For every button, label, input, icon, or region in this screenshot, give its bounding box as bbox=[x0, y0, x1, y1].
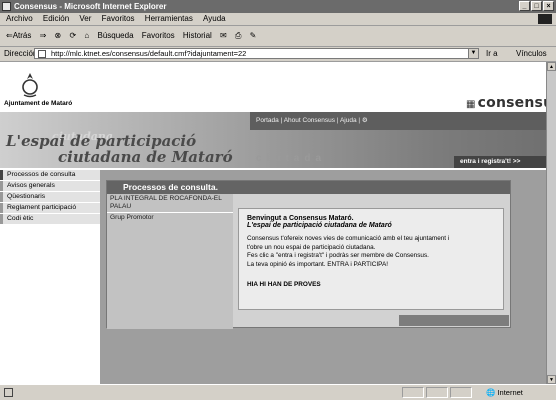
welcome-paragraph: Fes clic a "entra i registra't" i podràs… bbox=[247, 252, 429, 260]
close-button[interactable]: × bbox=[543, 1, 554, 11]
nav-item-ethics[interactable]: Codi ètic bbox=[0, 214, 100, 224]
panel-footer-bar bbox=[399, 315, 509, 326]
windows-flag-icon bbox=[538, 14, 552, 24]
ie-app-icon bbox=[2, 2, 11, 11]
page-icon bbox=[38, 50, 46, 58]
title-bar: Consensus - Microsoft Internet Explorer … bbox=[0, 0, 556, 13]
banner-tag: ciutada bbox=[256, 153, 327, 164]
status-page-icon bbox=[4, 388, 13, 397]
print-icon[interactable]: ⎙ bbox=[235, 26, 241, 46]
address-dropdown[interactable]: ▼ bbox=[468, 48, 479, 59]
menu-favorites[interactable]: Favoritos bbox=[102, 14, 135, 23]
process-list: PLA INTEGRAL DE ROCAFONDA-EL PALAU Grup … bbox=[107, 194, 233, 329]
test-link[interactable]: HIA HI HAN DE PROVES bbox=[247, 281, 495, 288]
address-input[interactable]: http://mlc.ktnet.es/consensus/default.cm… bbox=[34, 48, 470, 59]
scroll-up-icon[interactable]: ▲ bbox=[547, 62, 556, 71]
welcome-paragraph: La teva opinió és important. ENTRA i PAR… bbox=[247, 260, 389, 268]
status-pane bbox=[426, 387, 448, 398]
status-bar: 🌐 Internet bbox=[0, 384, 556, 400]
register-button[interactable]: entra i registra't! >> bbox=[454, 156, 546, 168]
welcome-subtitle: L'espai de participació ciutadana de Mat… bbox=[247, 222, 392, 229]
nav-item-regulations[interactable]: Reglament participació bbox=[0, 203, 100, 213]
panel-title: Processos de consulta. bbox=[123, 182, 218, 192]
welcome-title: Benvingut a Consensus Mataró. bbox=[247, 215, 354, 222]
banner-line2: ciutadana de Mataró bbox=[58, 148, 233, 166]
window-title: Consensus - Microsoft Internet Explorer bbox=[14, 2, 167, 11]
back-button[interactable]: ⇐Atrás bbox=[6, 26, 31, 46]
refresh-icon[interactable]: ⟳ bbox=[69, 26, 76, 46]
consensus-mark-icon: ▦ bbox=[466, 99, 476, 110]
banner: Portada | Ahout Consensus | Ajuda | ⚙ ci… bbox=[0, 112, 546, 168]
panel-header: Processos de consulta. bbox=[107, 181, 510, 194]
links-button[interactable]: Vínculos bbox=[516, 47, 547, 61]
favorites-button[interactable]: Favoritos bbox=[142, 26, 175, 46]
side-nav: Processos de consulta Avisos generals Qü… bbox=[0, 170, 100, 225]
emblem-label: Ajuntament de Mataró bbox=[4, 100, 73, 107]
menu-file[interactable]: Archivo bbox=[6, 14, 33, 23]
processes-panel: Processos de consulta. PLA INTEGRAL DE R… bbox=[106, 180, 511, 329]
go-button[interactable]: Ir a bbox=[486, 47, 498, 61]
menu-edit[interactable]: Edición bbox=[43, 14, 69, 23]
top-links[interactable]: Portada | Ahout Consensus | Ajuda | ⚙ bbox=[256, 116, 368, 124]
menu-view[interactable]: Ver bbox=[79, 14, 91, 23]
status-pane bbox=[402, 387, 424, 398]
menu-help[interactable]: Ayuda bbox=[203, 14, 226, 23]
edit-icon[interactable]: ✎ bbox=[250, 26, 257, 46]
browser-window: Consensus - Microsoft Internet Explorer … bbox=[0, 0, 556, 400]
brand-text: consensus bbox=[477, 95, 546, 111]
vertical-scrollbar[interactable]: ▲ ▼ bbox=[546, 62, 556, 384]
address-label: Dirección bbox=[4, 49, 38, 58]
menu-bar: Archivo Edición Ver Favoritos Herramient… bbox=[0, 13, 556, 26]
history-button[interactable]: Historial bbox=[183, 26, 212, 46]
scroll-down-icon[interactable]: ▼ bbox=[547, 375, 556, 384]
page-content: Ajuntament de Mataró ▦consensus Portada … bbox=[0, 62, 546, 384]
process-item[interactable]: Grup Promotor bbox=[107, 213, 233, 223]
forward-button[interactable]: ⇒ bbox=[40, 26, 47, 46]
welcome-paragraph: t'obre un nou espai de participació ciut… bbox=[247, 243, 376, 251]
zone-label: Internet bbox=[497, 388, 523, 397]
mail-icon[interactable]: ✉ bbox=[220, 26, 227, 46]
welcome-box: Benvingut a Consensus Mataró. L'espai de… bbox=[238, 208, 504, 310]
welcome-paragraph: Consensus t'ofereix noves vies de comuni… bbox=[247, 235, 450, 242]
stop-icon[interactable]: ⊗ bbox=[55, 26, 62, 46]
nav-item-processes[interactable]: Processos de consulta bbox=[0, 170, 100, 180]
status-zone: 🌐 Internet bbox=[486, 388, 523, 397]
consensus-logo[interactable]: ▦consensus bbox=[466, 95, 546, 111]
search-button[interactable]: Búsqueda bbox=[98, 26, 134, 46]
home-icon[interactable]: ⌂ bbox=[84, 26, 89, 46]
address-bar: Dirección http://mlc.ktnet.es/consensus/… bbox=[0, 47, 556, 62]
address-url: http://mlc.ktnet.es/consensus/default.cm… bbox=[51, 49, 247, 58]
page-header: Ajuntament de Mataró ▦consensus bbox=[0, 62, 546, 112]
nav-item-questionnaires[interactable]: Qüestionaris bbox=[0, 192, 100, 202]
city-emblem-icon bbox=[22, 73, 38, 98]
minimize-button[interactable]: _ bbox=[519, 1, 530, 11]
status-pane bbox=[450, 387, 472, 398]
process-item[interactable]: PLA INTEGRAL DE ROCAFONDA-EL PALAU bbox=[107, 194, 233, 213]
menu-tools[interactable]: Herramientas bbox=[145, 14, 193, 23]
toolbar: ⇐Atrás ⇒ ⊗ ⟳ ⌂ Búsqueda Favoritos Histor… bbox=[0, 26, 556, 47]
nav-item-notices[interactable]: Avisos generals bbox=[0, 181, 100, 191]
maximize-button[interactable]: □ bbox=[531, 1, 542, 11]
